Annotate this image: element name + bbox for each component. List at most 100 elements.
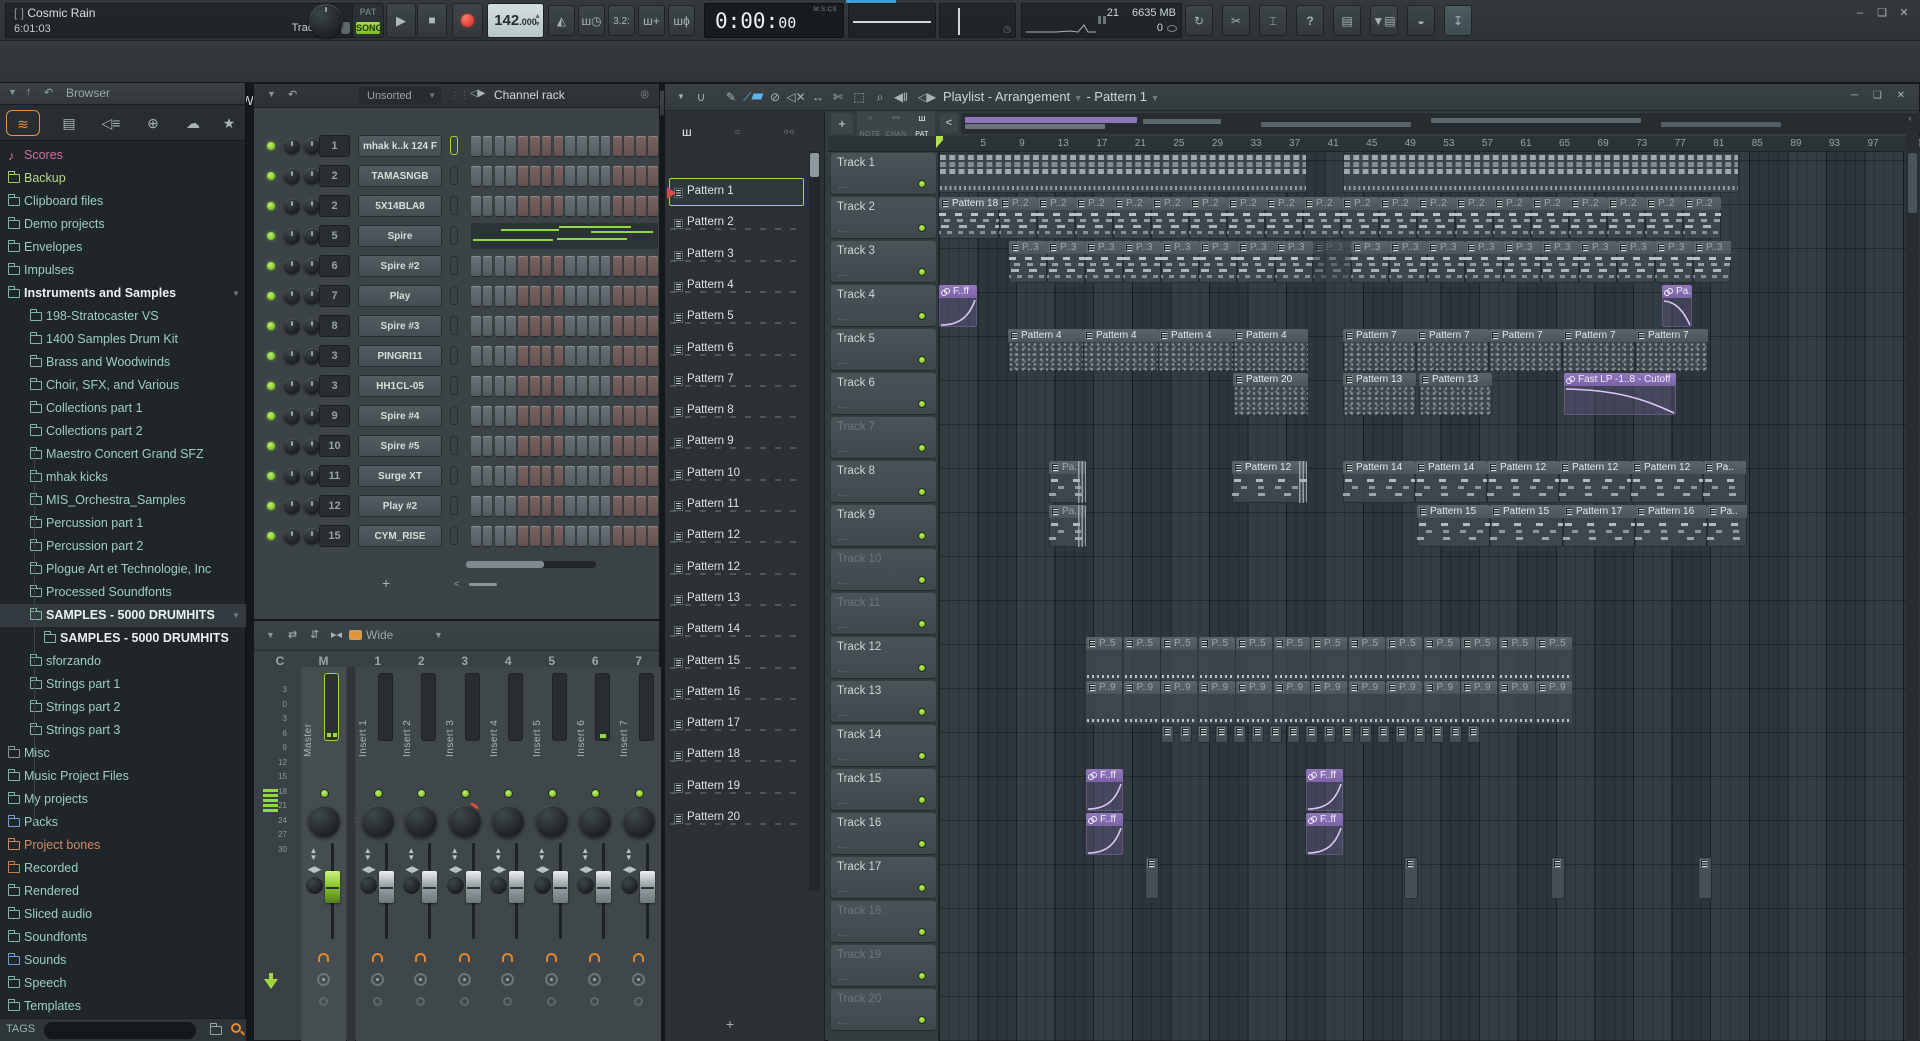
step-cell[interactable]: [589, 166, 599, 186]
playlist-clip[interactable]: Fast LP -1..8 - Cutoff: [1564, 373, 1676, 415]
browser-tab-online[interactable]: ⊕: [136, 110, 170, 136]
playlist-track-header[interactable]: Track 2...: [831, 197, 936, 238]
step-cell[interactable]: [471, 346, 481, 366]
tempo-display[interactable]: 142.000 ▲ ▼: [487, 3, 544, 38]
playlist-speaker-icon[interactable]: ◁▶: [917, 88, 937, 106]
step-cell[interactable]: [648, 166, 658, 186]
playlist-track-header[interactable]: Track 17...: [831, 857, 936, 898]
step-cell[interactable]: [600, 316, 611, 336]
browser-tab-files[interactable]: ▤: [52, 110, 86, 136]
step-cell[interactable]: [612, 256, 623, 276]
channel-mute-indicator[interactable]: [450, 496, 458, 515]
step-cell[interactable]: [541, 436, 552, 456]
track-led[interactable]: [918, 972, 926, 980]
playlist-clip[interactable]: P..2: [1075, 197, 1113, 239]
typing-keyboard-icon[interactable]: ш+: [638, 5, 665, 36]
step-cell[interactable]: [624, 466, 634, 486]
fader-handle[interactable]: [509, 871, 525, 903]
channel-mute-indicator[interactable]: [450, 466, 458, 485]
browser-item[interactable]: sforzando: [0, 650, 246, 673]
playlist-clip[interactable]: P..3: [1389, 241, 1427, 283]
channel-pan-knob[interactable]: [284, 528, 300, 544]
mixer-strip[interactable]: Insert 2 ▲ ▼ ◀▶: [399, 667, 443, 1041]
step-cell[interactable]: [648, 346, 658, 366]
browser-item[interactable]: Brass and Woodwinds: [0, 351, 246, 374]
channel-mute-indicator[interactable]: [450, 436, 458, 455]
track-led[interactable]: [918, 928, 926, 936]
playlist-track-header[interactable]: Track 10...: [831, 549, 936, 590]
strip-updown-arrows[interactable]: ▲ ▼: [494, 847, 502, 862]
playlist-clip[interactable]: P..2: [1607, 197, 1645, 239]
picker-scrollbar[interactable]: [809, 151, 820, 891]
step-cell[interactable]: [565, 136, 575, 156]
channel-led[interactable]: [267, 532, 275, 540]
channel-row[interactable]: 8 Spire #3: [254, 311, 659, 341]
pattern-item[interactable]: Pattern 19: [669, 772, 804, 801]
channel-row[interactable]: 3 HH1CL-05: [254, 371, 659, 401]
step-cell[interactable]: [506, 466, 516, 486]
playlist-clip[interactable]: P..2: [1569, 197, 1607, 239]
step-cell[interactable]: [577, 346, 587, 366]
playlist-clip[interactable]: [1287, 725, 1300, 743]
strip-led[interactable]: [547, 789, 557, 798]
playlist-clip[interactable]: P..2: [1151, 197, 1189, 239]
step-cell[interactable]: [612, 286, 623, 306]
step-cell[interactable]: [565, 166, 575, 186]
step-cell[interactable]: [624, 166, 634, 186]
playlist-menu-icon[interactable]: ▼: [671, 88, 691, 106]
browser-item[interactable]: Sounds: [0, 949, 246, 972]
mixer-strip[interactable]: Insert 3 ▲ ▼ ◀▶: [443, 667, 487, 1041]
step-cell[interactable]: [565, 286, 575, 306]
step-cell[interactable]: [589, 136, 599, 156]
mixer-strip[interactable]: Insert 1 ▲ ▼ ◀▶: [356, 667, 400, 1041]
step-cell[interactable]: [577, 406, 587, 426]
position-panel[interactable]: ◷: [939, 3, 1016, 38]
strip-pan-knob[interactable]: [535, 805, 568, 837]
channel-mixer-track[interactable]: 11: [319, 465, 350, 487]
channel-mute-indicator[interactable]: [450, 196, 458, 215]
strip-led[interactable]: [634, 789, 644, 798]
paint-tool-icon[interactable]: ⟋▰: [743, 88, 763, 106]
step-cell[interactable]: [494, 466, 505, 486]
step-cell[interactable]: [541, 466, 552, 486]
strip-rec-arm[interactable]: [318, 997, 328, 1006]
channel-name-button[interactable]: Spire #3: [358, 315, 442, 337]
strip-pan-knob[interactable]: [307, 805, 340, 837]
playlist-window-buttons[interactable]: ─ ❏ ✕: [1851, 90, 1911, 101]
step-cell[interactable]: [518, 136, 528, 156]
step-cell[interactable]: [506, 436, 516, 456]
channel-row[interactable]: 12 Play #2: [254, 491, 659, 521]
step-cell[interactable]: [636, 346, 646, 366]
step-cell[interactable]: [541, 316, 552, 336]
browser-item[interactable]: ♪ Scores: [0, 144, 246, 167]
strip-led[interactable]: [504, 789, 514, 798]
playlist-clip[interactable]: P..2: [1683, 197, 1721, 239]
comment-icon[interactable]: ◒: [1407, 5, 1435, 36]
step-cell[interactable]: [600, 166, 611, 186]
picker-filter-automation-icon[interactable]: ⚯: [784, 125, 794, 139]
playlist-clip[interactable]: P..9: [1236, 681, 1272, 724]
playlist-clip[interactable]: Pattern 4: [1083, 329, 1158, 371]
playlist-clip[interactable]: P..3: [1275, 241, 1313, 283]
playlist-clip[interactable]: [1341, 725, 1354, 743]
track-options-dots[interactable]: ...: [838, 664, 849, 674]
channel-pan-knob[interactable]: [284, 168, 300, 184]
playlist-track-header[interactable]: Track 9...: [831, 505, 936, 546]
step-cell[interactable]: [482, 136, 493, 156]
channel-pan-knob[interactable]: [284, 438, 300, 454]
playlist-clip[interactable]: P..9: [1536, 681, 1572, 724]
playlist-clip[interactable]: P..3: [1313, 241, 1351, 283]
step-cell[interactable]: [612, 196, 623, 216]
channel-volume-knob[interactable]: [304, 288, 320, 304]
strip-rec-arm[interactable]: [633, 997, 643, 1006]
rack-undo-icon[interactable]: ↶: [288, 88, 297, 101]
channel-mute-indicator[interactable]: [450, 346, 458, 365]
strip-fx-slot[interactable]: [457, 973, 471, 986]
browser-item[interactable]: Choir, SFX, and Various: [0, 374, 246, 397]
mixer-strip[interactable]: Insert 7 ▲ ▼ ◀▶: [617, 667, 661, 1041]
rack-speaker-icon[interactable]: ◁▶: [470, 88, 485, 99]
channel-name-button[interactable]: 5X14BLA8: [358, 195, 442, 217]
channel-led[interactable]: [267, 352, 275, 360]
window-restore-button[interactable]: ❏: [1874, 6, 1890, 21]
playlist-clip[interactable]: P..3: [1351, 241, 1389, 283]
